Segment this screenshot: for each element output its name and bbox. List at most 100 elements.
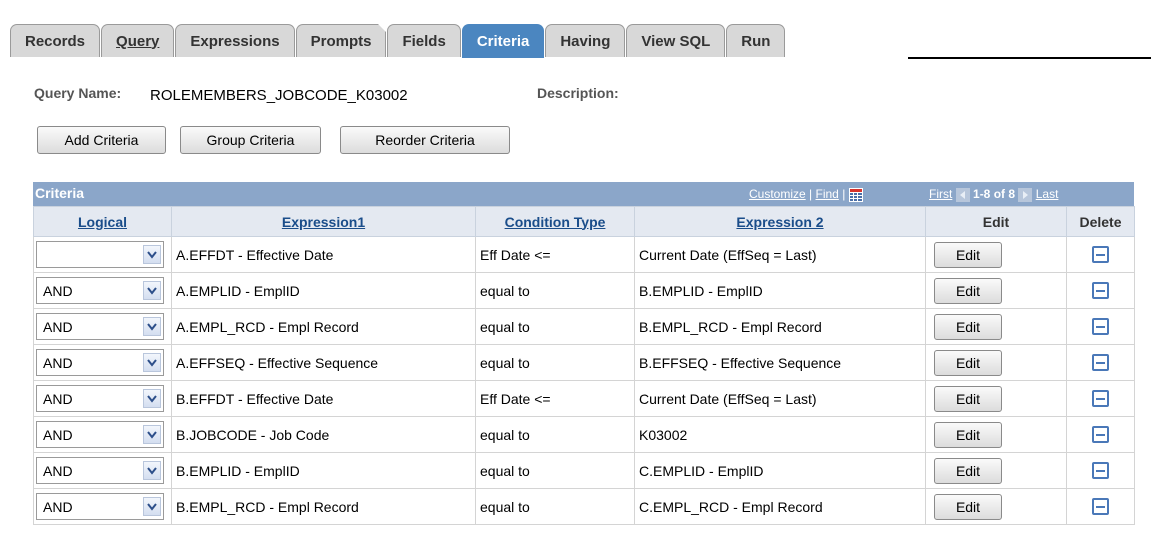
find-link[interactable]: Find <box>816 187 839 201</box>
edit-button[interactable]: Edit <box>934 313 1002 340</box>
delete-row-icon[interactable] <box>1092 498 1109 515</box>
col-logical[interactable]: Logical <box>33 206 172 237</box>
delete-row-icon[interactable] <box>1092 318 1109 335</box>
first-link[interactable]: First <box>929 187 952 201</box>
logical-select[interactable]: AND <box>36 313 164 340</box>
logical-select[interactable]: AND <box>36 349 164 376</box>
edit-cell: Edit <box>925 344 1067 381</box>
criteria-grid: Criteria Customize | Find | First 1-8 of… <box>33 182 1135 525</box>
table-row: AND A.EMPL_RCD - Empl Record equal to B.… <box>33 308 1135 345</box>
chevron-down-icon[interactable] <box>143 461 161 480</box>
col-condition-type[interactable]: Condition Type <box>475 206 635 237</box>
expression1-cell: B.EFFDT - Effective Date <box>171 380 476 417</box>
chevron-down-icon[interactable] <box>143 497 161 516</box>
expression2-cell: B.EFFSEQ - Effective Sequence <box>634 344 926 381</box>
chevron-down-icon[interactable] <box>143 425 161 444</box>
delete-row-icon[interactable] <box>1092 246 1109 263</box>
tab-criteria[interactable]: Criteria <box>461 24 545 58</box>
chevron-down-icon[interactable] <box>143 353 161 372</box>
condition-type-cell: equal to <box>475 452 635 489</box>
tools-separator: | <box>809 187 813 201</box>
download-grid-icon[interactable] <box>848 187 863 202</box>
table-row: AND A.EMPLID - EmplID equal to B.EMPLID … <box>33 272 1135 309</box>
delete-row-icon[interactable] <box>1092 426 1109 443</box>
expression1-cell: A.EFFSEQ - Effective Sequence <box>171 344 476 381</box>
grid-title: Criteria <box>35 185 85 201</box>
customize-link[interactable]: Customize <box>749 187 806 201</box>
logical-select[interactable]: AND <box>36 493 164 520</box>
delete-row-icon[interactable] <box>1092 462 1109 479</box>
edit-button[interactable]: Edit <box>934 349 1002 376</box>
edit-button[interactable]: Edit <box>934 493 1002 520</box>
tab-label: Fields <box>402 32 446 50</box>
tab-query[interactable]: Query <box>101 24 175 57</box>
tab-baseline <box>908 57 1151 59</box>
expression2-cell: C.EMPL_RCD - Empl Record <box>634 488 926 525</box>
logical-select[interactable]: AND <box>36 457 164 484</box>
expression2-cell: B.EMPLID - EmplID <box>634 272 926 309</box>
reorder-criteria-button[interactable]: Reorder Criteria <box>340 126 510 154</box>
logical-value: AND <box>43 390 73 407</box>
edit-cell: Edit <box>925 488 1067 525</box>
tab-label: Prompts <box>310 32 372 50</box>
tab-bar: Records Query Expressions Prompts Fields Crit… <box>0 0 1151 62</box>
table-row: AND B.EMPLID - EmplID equal to C.EMPLID … <box>33 452 1135 489</box>
tab-label: Records <box>25 32 86 50</box>
edit-cell: Edit <box>925 380 1067 417</box>
add-criteria-button[interactable]: Add Criteria <box>37 126 166 154</box>
edit-button[interactable]: Edit <box>934 457 1002 484</box>
edit-button[interactable]: Edit <box>934 421 1002 448</box>
tab-having[interactable]: Having <box>545 24 626 57</box>
condition-type-cell: Eff Date <= <box>475 236 635 273</box>
tab-label: View SQL <box>641 32 711 50</box>
chevron-down-icon[interactable] <box>143 389 161 408</box>
tab-run[interactable]: Run <box>726 24 786 57</box>
logical-cell: AND <box>33 488 172 525</box>
delete-row-icon[interactable] <box>1092 354 1109 371</box>
tab-view-sql[interactable]: View SQL <box>626 24 726 57</box>
expression1-cell: B.EMPL_RCD - Empl Record <box>171 488 476 525</box>
delete-cell <box>1066 344 1135 381</box>
delete-row-icon[interactable] <box>1092 282 1109 299</box>
logical-cell <box>33 236 172 273</box>
next-disabled-icon <box>1018 187 1033 202</box>
tab-expressions[interactable]: Expressions <box>175 24 295 57</box>
logical-select[interactable]: AND <box>36 277 164 304</box>
col-expression2[interactable]: Expression 2 <box>634 206 926 237</box>
logical-cell: AND <box>33 380 172 417</box>
last-link[interactable]: Last <box>1036 187 1059 201</box>
tab-fields[interactable]: Fields <box>387 24 461 57</box>
expression1-cell: A.EMPL_RCD - Empl Record <box>171 308 476 345</box>
tab-label: Expressions <box>190 32 280 50</box>
grid-tools: Customize | Find | <box>749 187 863 202</box>
expression1-cell: A.EMPLID - EmplID <box>171 272 476 309</box>
edit-button[interactable]: Edit <box>934 241 1002 268</box>
tab-records[interactable]: Records <box>10 24 101 57</box>
col-expression1[interactable]: Expression1 <box>171 206 476 237</box>
group-criteria-button[interactable]: Group Criteria <box>180 126 321 154</box>
expression1-cell: B.JOBCODE - Job Code <box>171 416 476 453</box>
logical-select[interactable]: AND <box>36 421 164 448</box>
tab-prompts[interactable]: Prompts <box>295 24 387 57</box>
table-row: AND B.JOBCODE - Job Code equal to K03002… <box>33 416 1135 453</box>
grid-header-bar: Criteria Customize | Find | First 1-8 of… <box>33 182 1134 206</box>
query-name-value: ROLEMEMBERS_JOBCODE_K03002 <box>150 87 408 104</box>
logical-value: AND <box>43 282 73 299</box>
delete-cell <box>1066 488 1135 525</box>
chevron-down-icon[interactable] <box>143 281 161 300</box>
delete-row-icon[interactable] <box>1092 390 1109 407</box>
chevron-down-icon[interactable] <box>143 317 161 336</box>
table-row: AND B.EMPL_RCD - Empl Record equal to C.… <box>33 488 1135 525</box>
edit-cell: Edit <box>925 416 1067 453</box>
edit-cell: Edit <box>925 272 1067 309</box>
condition-type-cell: equal to <box>475 272 635 309</box>
edit-button[interactable]: Edit <box>934 277 1002 304</box>
tab-label: Criteria <box>476 33 530 50</box>
edit-button[interactable]: Edit <box>934 385 1002 412</box>
expression2-cell: C.EMPLID - EmplID <box>634 452 926 489</box>
logical-select[interactable] <box>36 241 164 268</box>
description-label: Description: <box>537 85 619 101</box>
logical-select[interactable]: AND <box>36 385 164 412</box>
logical-cell: AND <box>33 308 172 345</box>
chevron-down-icon[interactable] <box>143 245 161 264</box>
